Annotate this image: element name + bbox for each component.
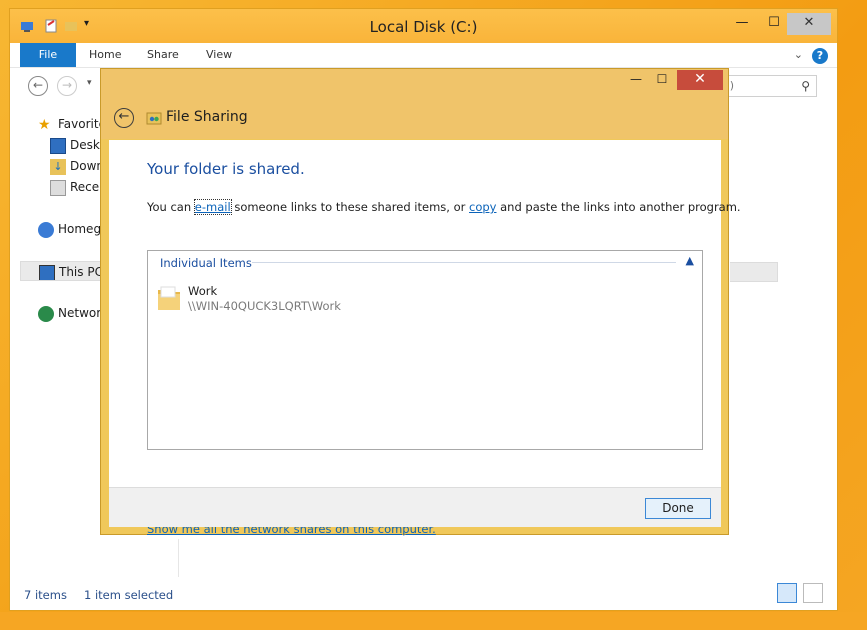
shared-description: You can e-mail someone links to these sh… <box>147 199 741 215</box>
description-text: someone links to these shared items, or <box>230 200 470 214</box>
dialog-maximize-button[interactable]: ☐ <box>649 70 675 90</box>
shared-heading: Your folder is shared. <box>147 160 305 178</box>
status-item-count: 7 items <box>24 588 67 602</box>
status-bar: 7 items 1 item selected <box>10 584 837 606</box>
close-button[interactable]: ✕ <box>787 13 831 35</box>
network-icon <box>38 305 54 322</box>
back-button[interactable]: ← <box>28 76 48 96</box>
folder-icon <box>158 286 180 310</box>
recent-locations-icon[interactable]: ▾ <box>87 78 92 88</box>
explorer-titlebar: ▾ Local Disk (C:) — ☐ ✕ <box>10 9 837 43</box>
dialog-footer: Done <box>109 487 721 527</box>
ribbon-expand-icon[interactable]: ⌄ <box>794 48 803 61</box>
copy-link[interactable]: copy <box>469 200 496 214</box>
large-icons-view-icon[interactable] <box>803 583 823 603</box>
tab-home[interactable]: Home <box>89 43 121 67</box>
maximize-button[interactable]: ☐ <box>759 13 789 35</box>
taskbar-edge <box>0 612 867 630</box>
status-selection-count: 1 item selected <box>84 588 174 602</box>
shared-items-list: Individual Items ▲ Work \\WIN-40QUCK3LQR… <box>147 250 703 450</box>
search-input[interactable]: :) ⚲ <box>721 75 817 97</box>
done-button[interactable]: Done <box>645 498 711 519</box>
description-text: You can <box>147 200 195 214</box>
minimize-button[interactable]: — <box>727 13 757 35</box>
dialog-close-button[interactable]: ✕ <box>677 70 723 90</box>
homegroup-icon <box>38 221 54 238</box>
dialog-content: Your folder is shared. You can e-mail so… <box>109 140 741 536</box>
shared-item-path: \\WIN-40QUCK3LQRT\Work <box>188 299 341 313</box>
tab-share[interactable]: Share <box>147 43 179 67</box>
dialog-title: File Sharing <box>166 109 248 125</box>
file-sharing-dialog: — ☐ ✕ ← File Sharing Your folder is shar… <box>100 68 741 536</box>
view-switcher <box>775 583 823 603</box>
computer-icon <box>39 264 55 280</box>
recent-places-icon <box>50 179 66 196</box>
dialog-minimize-button[interactable]: — <box>623 70 649 90</box>
email-link[interactable]: e-mail <box>193 199 232 215</box>
tab-file[interactable]: File <box>20 43 76 67</box>
description-text: and paste the links into another program… <box>496 200 741 214</box>
search-icon: ⚲ <box>801 79 810 93</box>
selected-row-highlight <box>730 262 778 282</box>
explorer-title: Local Disk (C:) <box>369 18 478 36</box>
help-button[interactable]: ? <box>812 48 828 64</box>
pane-divider[interactable] <box>178 539 179 577</box>
dialog-titlebar: — ☐ ✕ ← File Sharing <box>101 69 728 139</box>
file-sharing-icon <box>146 112 162 125</box>
sidebar-item-label: This PC <box>59 265 103 279</box>
group-header[interactable]: Individual Items <box>160 256 252 270</box>
downloads-icon: ↓ <box>50 158 66 175</box>
dialog-back-button[interactable]: ← <box>114 108 134 128</box>
group-divider <box>252 262 676 263</box>
forward-button[interactable]: → <box>57 76 77 96</box>
star-icon: ★ <box>38 116 51 133</box>
details-view-icon[interactable] <box>777 583 798 603</box>
desktop-icon <box>50 137 66 154</box>
tab-view[interactable]: View <box>206 43 232 67</box>
shared-item-name[interactable]: Work <box>188 284 217 298</box>
ribbon-tabbar: File Home Share View ⌄ ? <box>10 43 837 68</box>
collapse-chevron-icon[interactable]: ▲ <box>686 254 694 267</box>
